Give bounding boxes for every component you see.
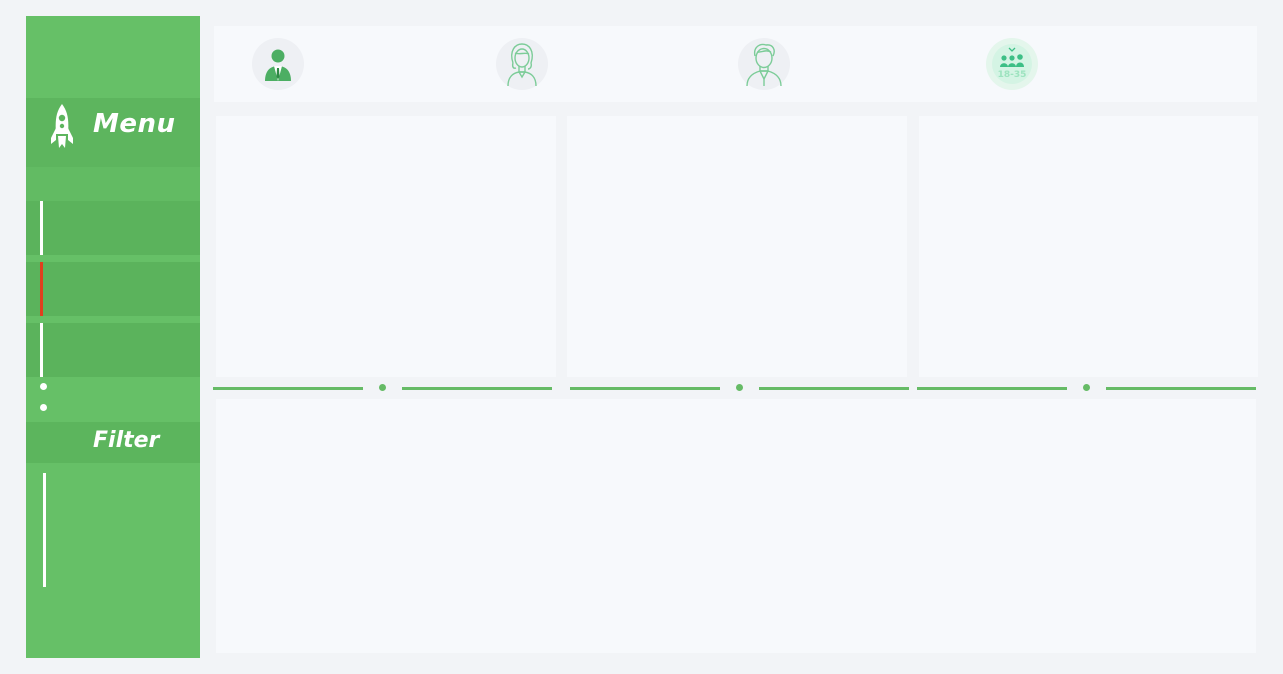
sidebar-item-active-indicator xyxy=(40,262,43,316)
rocket-icon xyxy=(51,104,73,148)
panel-divider xyxy=(759,387,909,390)
age-range-label: 18-35 xyxy=(998,70,1027,80)
sidebar-item-3[interactable] xyxy=(26,323,200,377)
panel-divider-dot xyxy=(736,384,743,391)
sidebar-item-1[interactable] xyxy=(26,201,200,255)
menu-title: Menu xyxy=(93,109,176,139)
sidebar: Menu Filter xyxy=(26,16,200,658)
panel-center xyxy=(567,116,907,377)
sidebar-item-indicator xyxy=(40,201,43,255)
sidebar-menu-header: Menu xyxy=(26,98,200,167)
panel-right xyxy=(919,116,1258,377)
top-avatar-bar: 18-35 xyxy=(214,26,1257,102)
age-group-icon[interactable]: 18-35 xyxy=(986,38,1038,90)
filter-header: Filter xyxy=(26,422,200,463)
panel-divider-dot xyxy=(379,384,386,391)
panel-divider xyxy=(917,387,1067,390)
sidebar-bullet-dot xyxy=(40,383,47,390)
panel-divider xyxy=(1106,387,1256,390)
panel-divider xyxy=(570,387,720,390)
panel-divider-dot xyxy=(1083,384,1090,391)
panel-left xyxy=(216,116,556,377)
panel-divider xyxy=(402,387,552,390)
filter-title: Filter xyxy=(93,428,160,453)
man-avatar-icon[interactable] xyxy=(738,38,790,90)
sidebar-item-2-active[interactable] xyxy=(26,262,200,316)
woman-avatar-icon[interactable] xyxy=(496,38,548,90)
sidebar-bullet-dot xyxy=(40,404,47,411)
sidebar-band xyxy=(26,167,200,201)
panel-bottom xyxy=(216,399,1256,653)
panel-divider xyxy=(213,387,363,390)
sidebar-item-indicator xyxy=(40,323,43,377)
businessman-avatar-icon[interactable] xyxy=(252,38,304,90)
filter-slider-track[interactable] xyxy=(43,473,46,587)
